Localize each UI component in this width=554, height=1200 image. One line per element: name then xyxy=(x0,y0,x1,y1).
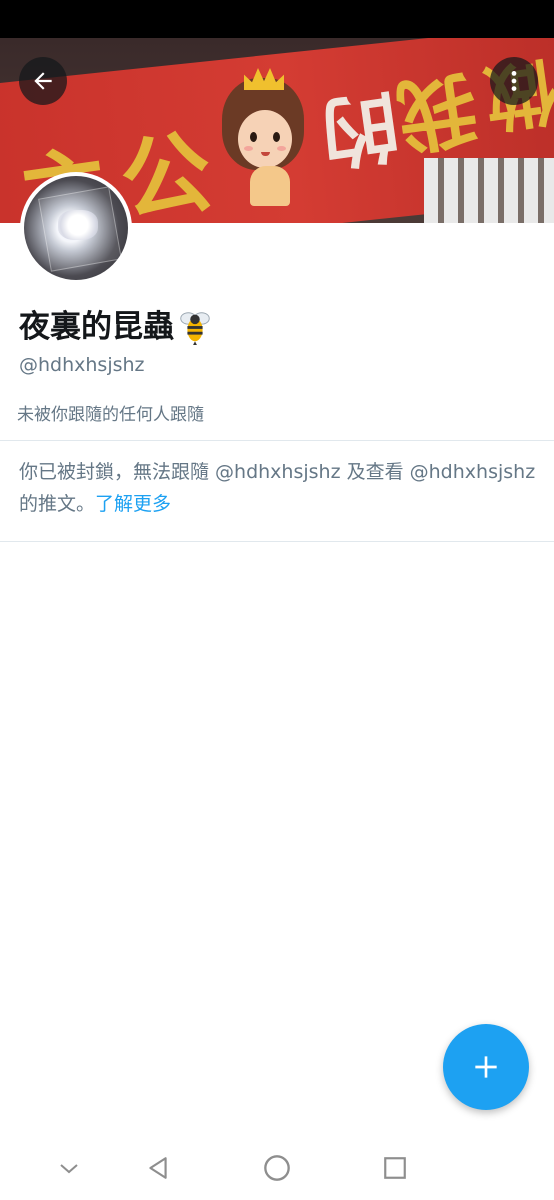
back-arrow-icon xyxy=(30,68,56,94)
banner-char: 公 xyxy=(114,118,219,223)
status-bar xyxy=(0,0,554,38)
bee-icon xyxy=(176,308,214,346)
divider xyxy=(0,541,554,542)
more-options-button[interactable] xyxy=(490,57,538,105)
recents-square-icon[interactable] xyxy=(380,1153,410,1183)
more-vertical-icon xyxy=(501,68,527,94)
chevron-down-icon[interactable] xyxy=(54,1153,84,1183)
plus-icon xyxy=(470,1051,502,1083)
display-name-text: 夜裏的昆蟲 xyxy=(19,309,174,345)
profile-handle: @hdhxhsjshz xyxy=(19,354,145,376)
display-name: 夜裏的昆蟲 xyxy=(19,305,214,349)
avatar[interactable] xyxy=(20,172,132,284)
avatar-image xyxy=(24,176,128,280)
divider xyxy=(0,440,554,441)
home-circle-icon[interactable] xyxy=(262,1153,292,1183)
followers-you-know: 未被你跟隨的任何人跟隨 xyxy=(17,405,204,425)
blocked-notice: 你已被封鎖，無法跟隨 @hdhxhsjshz 及查看 @hdhxhsjshz 的… xyxy=(19,456,539,520)
back-triangle-icon[interactable] xyxy=(143,1153,173,1183)
back-button[interactable] xyxy=(19,57,67,105)
compose-tweet-button[interactable] xyxy=(443,1024,529,1110)
banner-character-face xyxy=(238,110,292,168)
banner-background-stripes xyxy=(424,158,554,223)
banner-character-body xyxy=(250,166,290,206)
learn-more-link[interactable]: 了解更多 xyxy=(95,493,171,515)
